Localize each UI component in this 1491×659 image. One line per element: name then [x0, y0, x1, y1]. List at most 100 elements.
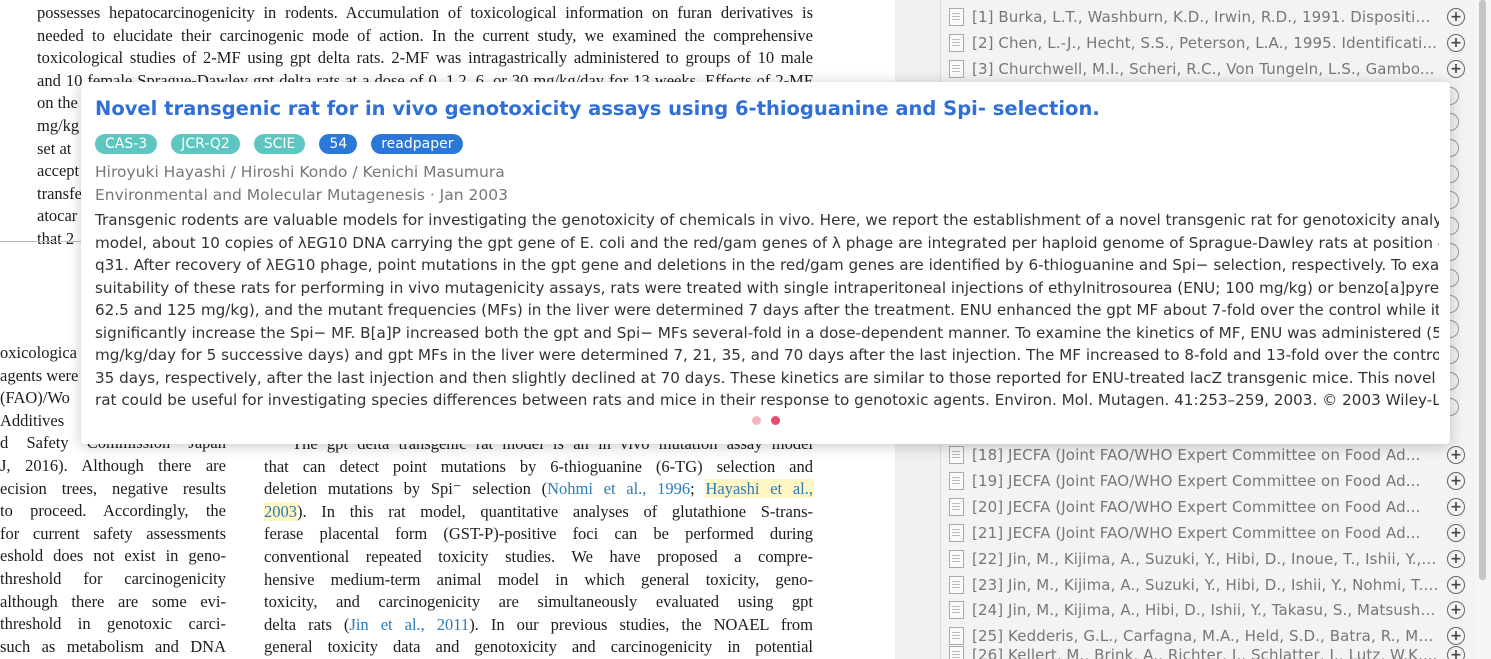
reference-item[interactable]: [23] Jin, M., Kijima, A., Suzuki, Y., Hi…: [949, 572, 1465, 598]
paper-journal: Environmental and Molecular Mutagenesis …: [95, 186, 508, 204]
tag-index: SCIE: [253, 134, 306, 154]
reference-item[interactable]: [20] JECFA (Joint FAO/WHO Expert Committ…: [949, 494, 1465, 520]
reference-text: [19] JECFA (Joint FAO/WHO Expert Committ…: [972, 472, 1421, 490]
abstract-line: 35 days, respectively, after the last in…: [95, 368, 1439, 387]
references-scrollbar[interactable]: [1475, 0, 1491, 659]
reference-item[interactable]: [1] Burka, L.T., Washburn, K.D., Irwin, …: [949, 4, 1465, 30]
text-line: eshold does not exist in geno-: [0, 546, 226, 566]
reference-item[interactable]: [26] Kellert, M., Brink, A., Richter, I.…: [949, 646, 1465, 659]
tag-cas: CAS-3: [95, 134, 158, 154]
text-line: hensive medium-term animal model in whic…: [264, 569, 813, 589]
reference-text: [18] JECFA (Joint FAO/WHO Expert Committ…: [972, 446, 1421, 464]
plus-circle-icon[interactable]: +: [1447, 8, 1465, 26]
text-line: general toxicity data and genotoxicity a…: [264, 637, 813, 657]
document-icon: [949, 446, 964, 464]
reference-text: [22] Jin, M., Kijima, A., Suzuki, Y., Hi…: [972, 550, 1439, 568]
reference-item[interactable]: [22] Jin, M., Kijima, A., Suzuki, Y., Hi…: [949, 546, 1465, 572]
right-column-text: The gpt delta transgenic rat model is an…: [264, 433, 813, 659]
abstract-line: model, about 10 copies of λEG10 DNA carr…: [95, 233, 1439, 252]
text-line: to proceed. Accordingly, the: [0, 501, 226, 521]
plus-circle-icon[interactable]: +: [1447, 601, 1465, 619]
document-icon: [949, 524, 964, 542]
document-icon: [949, 34, 964, 52]
plus-circle-icon[interactable]: +: [1447, 550, 1465, 568]
citation-link-hayashi-2003[interactable]: Hayashi et al.,: [705, 479, 813, 499]
reference-text: [23] Jin, M., Kijima, A., Suzuki, Y., Hi…: [972, 576, 1439, 594]
plus-circle-icon[interactable]: +: [1447, 576, 1465, 594]
paper-abstract: Transgenic rodents are valuable models f…: [95, 209, 1439, 412]
plus-circle-icon[interactable]: +: [1447, 34, 1465, 52]
document-icon: [949, 576, 964, 594]
text-line: ferase placental form (GST-P)-positive f…: [264, 524, 813, 544]
text-fragment: ). In this rat model, quantitative analy…: [297, 501, 813, 521]
reference-item[interactable]: [21] JECFA (Joint FAO/WHO Expert Committ…: [949, 520, 1465, 546]
text-line: that can detect point mutations by 6-thi…: [264, 456, 813, 476]
document-icon: [949, 627, 964, 645]
carousel-dot-2[interactable]: [771, 416, 780, 425]
document-icon: [949, 472, 964, 490]
plus-circle-icon[interactable]: +: [1447, 498, 1465, 516]
paper-authors: Hiroyuki Hayashi / Hiroshi Kondo / Kenic…: [95, 163, 505, 181]
carousel-dots: [752, 416, 780, 425]
text-line: ecision trees, negative results: [0, 478, 226, 498]
reference-item[interactable]: [18] JECFA (Joint FAO/WHO Expert Committ…: [949, 442, 1465, 468]
text-fragment: delta rats (: [264, 614, 350, 634]
document-icon: [949, 60, 964, 78]
text-line: toxicity, and carcinogenicity are simult…: [264, 592, 813, 612]
citation-link-hayashi-2003-year[interactable]: 2003: [264, 501, 297, 521]
carousel-dot-1[interactable]: [752, 416, 761, 425]
text-line: 2003). In this rat model, quantitative a…: [264, 501, 813, 524]
plus-circle-icon[interactable]: +: [1447, 472, 1465, 490]
document-icon: [949, 498, 964, 516]
reference-text: [24] Jin, M., Kijima, A., Hibi, D., Ishi…: [972, 601, 1439, 619]
abstract-line: mg/kg/day for 5 successive days) and gpt…: [95, 346, 1439, 364]
plus-circle-icon[interactable]: +: [1447, 60, 1465, 78]
plus-circle-icon[interactable]: +: [1447, 646, 1465, 659]
reference-text: [26] Kellert, M., Brink, A., Richter, I.…: [972, 646, 1438, 659]
citation-link-jin-2011[interactable]: Jin et al., 2011: [349, 615, 469, 634]
citation-link-nohmi-1996[interactable]: Nohmi et al., 1996: [547, 479, 690, 498]
tag-citations: 54: [319, 134, 358, 154]
text-line: for current safety assessments: [0, 523, 226, 543]
abstract-line: significantly increase the Spi− MF. B[a]…: [95, 323, 1439, 342]
text-line: deletion mutations by Spi⁻ selection (No…: [264, 478, 813, 501]
reference-text: [21] JECFA (Joint FAO/WHO Expert Committ…: [972, 524, 1421, 542]
document-icon: [949, 550, 964, 568]
plus-circle-icon[interactable]: +: [1447, 446, 1465, 464]
plus-circle-icon[interactable]: +: [1447, 627, 1465, 645]
reference-text: [3] Churchwell, M.I., Scheri, R.C., Von …: [972, 60, 1435, 78]
document-icon: [949, 646, 964, 659]
reference-item[interactable]: [2] Chen, L.-J., Hecht, S.S., Peterson, …: [949, 30, 1465, 56]
reference-item[interactable]: [3] Churchwell, M.I., Scheri, R.C., Von …: [949, 56, 1465, 82]
abstract-line: 62.5 and 125 mg/kg), and the mutant freq…: [95, 301, 1439, 319]
text-line: threshold for carcinogenicity: [0, 568, 226, 588]
scrollbar-thumb[interactable]: [1479, 0, 1486, 580]
text-line: delta rats (Jin et al., 2011). In our pr…: [264, 614, 813, 637]
tag-jcr: JCR-Q2: [171, 134, 240, 154]
text-line: possesses hepatocarcinogenicity in roden…: [37, 3, 813, 22]
paper-tags: CAS-3 JCR-Q2 SCIE 54 readpaper: [95, 134, 464, 154]
text-line: conventional repeated toxicity studies. …: [264, 546, 813, 566]
text-line: needed to elucidate their carcinogenic m…: [37, 25, 813, 45]
text-fragment: ;: [690, 479, 706, 499]
plus-circle-icon[interactable]: +: [1447, 524, 1465, 542]
abstract-line: suitability of these rats for performing…: [95, 278, 1439, 297]
reference-text: [1] Burka, L.T., Washburn, K.D., Irwin, …: [972, 8, 1439, 26]
reference-item[interactable]: [19] JECFA (Joint FAO/WHO Expert Committ…: [949, 468, 1465, 494]
document-icon: [949, 601, 964, 619]
reference-preview-popup: Novel transgenic rat for in vivo genotox…: [81, 82, 1450, 444]
text-line: J, 2016). Although there are: [0, 455, 226, 475]
text-line: threshold in genotoxic carci-: [0, 614, 226, 634]
text-line: such as metabolism and DNA: [0, 636, 226, 656]
reference-text: [20] JECFA (Joint FAO/WHO Expert Committ…: [972, 498, 1421, 516]
document-icon: [949, 8, 964, 26]
reference-item[interactable]: [24] Jin, M., Kijima, A., Hibi, D., Ishi…: [949, 597, 1465, 623]
text-fragment: ). In our previous studies, the NOAEL fr…: [469, 614, 813, 634]
text-line: toxicological studies of 2-MF using gpt …: [37, 48, 813, 68]
text-line: although there are some evi-: [0, 591, 226, 611]
abstract-line: rat could be useful for investigating sp…: [95, 391, 1439, 409]
readpaper-button[interactable]: readpaper: [371, 134, 464, 154]
reference-text: [2] Chen, L.-J., Hecht, S.S., Peterson, …: [972, 34, 1438, 52]
abstract-line: Transgenic rodents are valuable models f…: [95, 211, 1439, 229]
paper-title-link[interactable]: Novel transgenic rat for in vivo genotox…: [95, 97, 1100, 120]
